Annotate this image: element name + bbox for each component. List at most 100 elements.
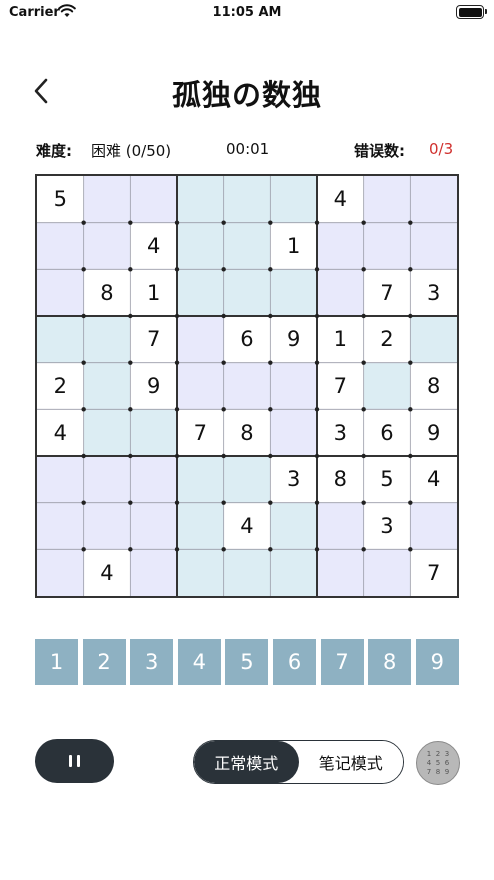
board-cell-r8c5[interactable]: 4 [223, 502, 271, 550]
board-cell-r5c3[interactable]: 9 [130, 362, 177, 410]
board-cell-r1c6[interactable] [270, 176, 317, 223]
board-cell-r2c7[interactable] [317, 222, 364, 270]
board-cell-r5c1[interactable]: 2 [37, 362, 84, 410]
board-cell-r9c6[interactable] [270, 549, 317, 596]
board-cell-r4c9[interactable] [410, 316, 457, 363]
board-cell-r6c7[interactable]: 3 [317, 409, 364, 456]
board-cell-r7c5[interactable] [223, 456, 271, 503]
board-cell-r7c3[interactable] [130, 456, 177, 503]
board-cell-r5c2[interactable] [83, 362, 131, 410]
board-cell-r8c9[interactable] [410, 502, 457, 550]
number-key-9[interactable]: 9 [415, 639, 459, 685]
board-cell-r1c7[interactable]: 4 [317, 176, 364, 223]
board-cell-r5c7[interactable]: 7 [317, 362, 364, 410]
number-key-3[interactable]: 3 [130, 639, 174, 685]
board-cell-r7c6[interactable]: 3 [270, 456, 317, 503]
board-cell-r2c4[interactable] [177, 222, 224, 270]
pause-button[interactable] [35, 739, 114, 783]
board-cell-r8c1[interactable] [37, 502, 84, 550]
board-cell-r2c8[interactable] [363, 222, 411, 270]
board-cell-r6c9[interactable]: 9 [410, 409, 457, 456]
board-cell-r3c3[interactable]: 1 [130, 269, 177, 316]
notes-mode-button[interactable]: 笔记模式 [298, 741, 403, 783]
board-cell-r1c9[interactable] [410, 176, 457, 223]
board-cell-r4c1[interactable] [37, 316, 84, 363]
board-cell-r9c2[interactable]: 4 [83, 549, 131, 596]
board-cell-r6c4[interactable]: 7 [177, 409, 224, 456]
sudoku-board: 5441817376912297847836938544347 [35, 174, 459, 598]
board-cell-r8c3[interactable] [130, 502, 177, 550]
board-cell-r8c7[interactable] [317, 502, 364, 550]
number-key-5[interactable]: 5 [225, 639, 269, 685]
notes-digit: 1 [426, 749, 432, 758]
number-key-8[interactable]: 8 [368, 639, 412, 685]
board-cell-r3c6[interactable] [270, 269, 317, 316]
board-cell-r9c5[interactable] [223, 549, 271, 596]
board-cell-r4c4[interactable] [177, 316, 224, 363]
normal-mode-button[interactable]: 正常模式 [194, 741, 299, 783]
board-cell-r1c4[interactable] [177, 176, 224, 223]
board-cell-r4c6[interactable]: 9 [270, 316, 317, 363]
board-cell-r4c7[interactable]: 1 [317, 316, 364, 363]
board-cell-r1c5[interactable] [223, 176, 271, 223]
board-cell-r8c4[interactable] [177, 502, 224, 550]
board-cell-r9c4[interactable] [177, 549, 224, 596]
board-cell-r7c2[interactable] [83, 456, 131, 503]
board-cell-r8c6[interactable] [270, 502, 317, 550]
board-cell-r9c7[interactable] [317, 549, 364, 596]
board-cell-r2c5[interactable] [223, 222, 271, 270]
board-cell-r7c7[interactable]: 8 [317, 456, 364, 503]
board-cell-r7c4[interactable] [177, 456, 224, 503]
board-cell-r3c2[interactable]: 8 [83, 269, 131, 316]
board-cell-r4c3[interactable]: 7 [130, 316, 177, 363]
difficulty-value: 困难 (0/50) [91, 142, 172, 160]
board-cell-r1c2[interactable] [83, 176, 131, 223]
board-cell-r6c2[interactable] [83, 409, 131, 456]
board-cell-r5c6[interactable] [270, 362, 317, 410]
number-key-6[interactable]: 6 [273, 639, 316, 685]
board-cell-r2c2[interactable] [83, 222, 131, 270]
notes-digit: 7 [426, 767, 432, 776]
board-cell-r3c1[interactable] [37, 269, 84, 316]
board-cell-r9c8[interactable] [363, 549, 411, 596]
errors-label: 错误数: [354, 142, 405, 160]
board-cell-r6c3[interactable] [130, 409, 177, 456]
board-cell-r7c1[interactable] [37, 456, 84, 503]
board-cell-r7c8[interactable]: 5 [363, 456, 411, 503]
board-cell-r5c9[interactable]: 8 [410, 362, 457, 410]
notes-digit: 2 [435, 749, 441, 758]
board-cell-r8c2[interactable] [83, 502, 131, 550]
board-cell-r1c8[interactable] [363, 176, 411, 223]
board-cell-r7c9[interactable]: 4 [410, 456, 457, 503]
number-key-4[interactable]: 4 [177, 639, 221, 685]
board-cell-r5c4[interactable] [177, 362, 224, 410]
board-cell-r1c3[interactable] [130, 176, 177, 223]
board-cell-r6c5[interactable]: 8 [223, 409, 271, 456]
board-cell-r5c8[interactable] [363, 362, 411, 410]
board-cell-r6c6[interactable] [270, 409, 317, 456]
board-cell-r4c8[interactable]: 2 [363, 316, 411, 363]
board-cell-r4c5[interactable]: 6 [223, 316, 271, 363]
board-cell-r2c9[interactable] [410, 222, 457, 270]
board-cell-r9c9[interactable]: 7 [410, 549, 457, 596]
board-cell-r9c3[interactable] [130, 549, 177, 596]
board-cell-r1c1[interactable]: 5 [37, 176, 84, 223]
board-cell-r3c8[interactable]: 7 [363, 269, 411, 316]
board-cell-r6c1[interactable]: 4 [37, 409, 84, 456]
number-key-2[interactable]: 2 [82, 639, 126, 685]
notes-grid-button[interactable]: 123 456 789 [416, 741, 460, 785]
board-cell-r3c4[interactable] [177, 269, 224, 316]
number-key-1[interactable]: 1 [35, 639, 78, 685]
board-cell-r3c7[interactable] [317, 269, 364, 316]
number-key-7[interactable]: 7 [320, 639, 364, 685]
board-cell-r5c5[interactable] [223, 362, 271, 410]
board-cell-r2c1[interactable] [37, 222, 84, 270]
board-cell-r2c6[interactable]: 1 [270, 222, 317, 270]
board-cell-r3c5[interactable] [223, 269, 271, 316]
board-cell-r8c8[interactable]: 3 [363, 502, 411, 550]
board-cell-r2c3[interactable]: 4 [130, 222, 177, 270]
board-cell-r9c1[interactable] [37, 549, 84, 596]
board-cell-r4c2[interactable] [83, 316, 131, 363]
board-cell-r6c8[interactable]: 6 [363, 409, 411, 456]
board-cell-r3c9[interactable]: 3 [410, 269, 457, 316]
